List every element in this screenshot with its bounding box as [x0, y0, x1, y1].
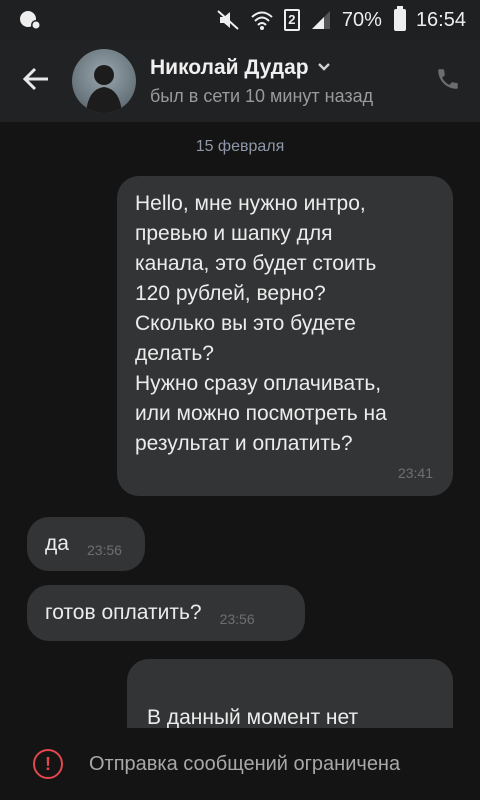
message-time: 23:56: [86, 542, 122, 558]
date-separator: 15 февраля: [195, 138, 285, 155]
status-bar: 2 70% 16:54: [0, 0, 480, 40]
call-button[interactable]: [416, 40, 480, 122]
back-arrow-icon: [22, 67, 50, 96]
contact-info[interactable]: Николай Дудар был в сети 10 минут назад: [150, 56, 416, 107]
last-seen-status: был в сети 10 минут назад: [150, 85, 374, 106]
message-list[interactable]: 15 февраля Hello, мне нужно интро, превь…: [0, 122, 480, 728]
message-time: 23:56: [219, 611, 255, 627]
chat-header: Николай Дудар был в сети 10 минут назад: [0, 40, 480, 122]
restriction-text: Отправка сообщений ограничена: [89, 752, 401, 775]
message-text: готов оплатить?: [45, 601, 202, 624]
restriction-bar: ! Отправка сообщений ограничена: [0, 728, 480, 800]
message-text: Hello, мне нужно интро, превью и шапку д…: [135, 192, 387, 455]
incoming-message[interactable]: да 23:56: [27, 517, 145, 571]
contact-name: Николай Дудар: [150, 55, 309, 79]
message-time: 23:41: [397, 465, 433, 481]
back-button[interactable]: [0, 40, 72, 122]
warning-icon: !: [33, 749, 63, 779]
app-notification-icon: [18, 9, 42, 31]
avatar[interactable]: [72, 49, 136, 113]
wifi-icon: [250, 9, 274, 31]
battery-icon: [393, 6, 406, 31]
battery-percent: 70%: [341, 8, 382, 31]
chevron-down-icon: [317, 59, 331, 77]
outgoing-message[interactable]: В данный момент нет денег, но примерно ч…: [127, 659, 453, 728]
clock: 16:54: [415, 8, 466, 31]
outgoing-message[interactable]: Hello, мне нужно интро, превью и шапку д…: [117, 176, 453, 496]
phone-icon: [435, 66, 461, 97]
signal-icon: [310, 9, 332, 31]
mute-icon: [216, 9, 240, 31]
message-text: В данный момент нет денег, но примерно ч…: [147, 706, 359, 728]
sim-icon: 2: [283, 9, 300, 31]
incoming-message[interactable]: готов оплатить? 23:56: [27, 585, 305, 641]
message-text: да: [45, 532, 69, 555]
